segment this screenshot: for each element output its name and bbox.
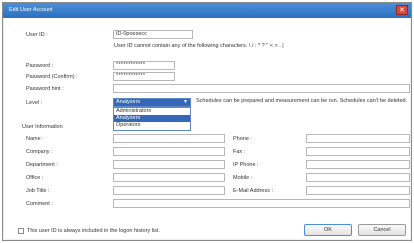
level-label: Level : [26,100,43,106]
user-information-heading: User Information [22,124,63,130]
title-bar: Edit User Account ✕ [3,3,411,18]
user-id-label: User ID : [26,32,48,38]
company-input[interactable] [113,147,225,156]
password-input[interactable]: ************ [113,61,175,70]
name-input[interactable] [113,134,225,143]
company-label: Company : [26,149,53,155]
job-title-input[interactable] [113,186,225,195]
name-label: Name : [26,136,44,142]
department-input[interactable] [113,160,225,169]
fax-label: Fax : [233,149,246,155]
password-confirm-input[interactable]: ************ [113,72,175,81]
user-id-hint: User ID cannot contain any of the follow… [114,43,284,49]
logon-history-checkbox[interactable] [18,228,24,234]
email-label: E-Mail Address : [233,188,274,194]
ip-phone-label: IP Phone : [233,162,259,168]
phone-input[interactable] [306,134,410,143]
ip-phone-input[interactable] [306,160,410,169]
level-select[interactable]: Analyzers ▼ [113,98,191,107]
password-confirm-label: Password (Confirm) : [26,74,78,80]
dialog-content: User ID : ID-0poesecc User ID cannot con… [4,18,410,239]
password-hint-label: Password hint : [26,86,64,92]
level-dropdown-list: Administrators Analyzers Operators [113,107,191,131]
password-label: Password : [26,63,54,69]
level-option-analyzers[interactable]: Analyzers [114,115,190,122]
window-title: Edit User Account [9,7,53,13]
email-input[interactable] [306,186,410,195]
close-button[interactable]: ✕ [396,5,408,15]
office-label: Office : [26,175,44,181]
level-option-operators[interactable]: Operators [114,122,190,129]
fax-input[interactable] [306,147,410,156]
mobile-label: Mobile : [233,175,253,181]
chevron-down-icon: ▼ [183,99,188,105]
level-description: Schedules can be prepared and measuremen… [196,98,408,104]
comment-input[interactable] [113,199,410,208]
user-id-input[interactable]: ID-0poesecc [113,30,193,39]
comment-label: Comment : [26,201,53,207]
logon-history-label: This user ID is always included in the l… [27,228,160,234]
department-label: Department : [26,162,58,168]
cancel-button[interactable]: Cancel [358,224,406,236]
level-selected-value: Analyzers [116,99,141,105]
mobile-input[interactable] [306,173,410,182]
password-hint-input[interactable] [113,84,410,93]
level-option-administrators[interactable]: Administrators [114,108,190,115]
job-title-label: Job Title : [26,188,50,194]
ok-button[interactable]: OK [304,224,352,236]
office-input[interactable] [113,173,225,182]
phone-label: Phone : [233,136,252,142]
edit-user-account-dialog: Edit User Account ✕ User ID : ID-0poesec… [2,2,412,241]
